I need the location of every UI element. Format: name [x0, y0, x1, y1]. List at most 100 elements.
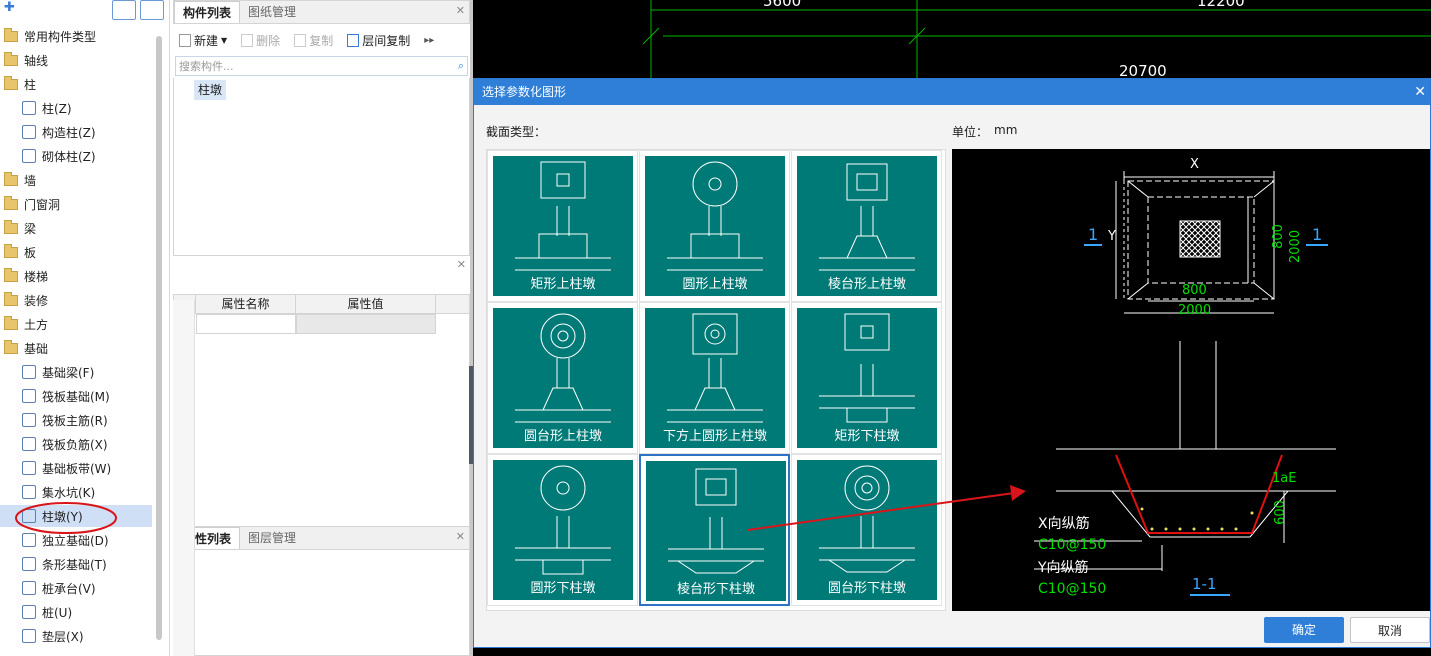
tree-item[interactable]: 柱 — [0, 73, 152, 95]
tree-item[interactable]: 砌体柱(Z) — [0, 145, 152, 167]
add-icon[interactable]: ✚ — [4, 0, 15, 15]
tree-item[interactable]: 筏板主筋(R) — [0, 409, 152, 431]
shape-tile[interactable]: 棱台形上柱墩 — [791, 150, 942, 302]
tree-item-label: 集水坑(K) — [42, 485, 96, 500]
tree-item[interactable]: 基础 — [0, 337, 152, 359]
new-icon — [179, 33, 191, 47]
folder-icon — [4, 75, 18, 90]
folder-icon — [4, 339, 18, 354]
component-search-input[interactable]: 搜索构件... ⌕ — [175, 56, 468, 76]
tree-item[interactable]: 常用构件类型 — [0, 25, 152, 47]
shape-tile[interactable]: 圆形下柱墩 — [487, 454, 638, 606]
dialog-title: 选择参数化图形 — [482, 85, 567, 99]
folder-icon — [4, 315, 18, 330]
ok-button[interactable]: 确定 — [1264, 617, 1344, 643]
dim-height-label: 600 — [1272, 500, 1288, 525]
tree-item[interactable]: 装修 — [0, 289, 152, 311]
tree-item[interactable]: 墙 — [0, 169, 152, 191]
tree-item[interactable]: 基础梁(F) — [0, 361, 152, 383]
tree-item[interactable]: 桩(U) — [0, 601, 152, 623]
delete-icon — [241, 33, 254, 47]
property-value-cell[interactable] — [296, 314, 436, 334]
component-tree-panel: ✚ 常用构件类型 轴线柱柱(Z) 构造柱(Z) 砌体柱(Z) 墙门窗洞梁板楼梯 装修 土方基… — [0, 0, 170, 656]
tree-item[interactable]: 土方 — [0, 313, 152, 335]
cad-canvas[interactable]: 5600 12200 20700 — [473, 0, 1431, 80]
component-icon — [22, 557, 36, 571]
tree-item-label: 装修 — [24, 293, 49, 308]
shape-tile[interactable]: 圆台形上柱墩 — [487, 302, 638, 454]
dimension-label: 5600 — [763, 0, 802, 10]
cad-canvas-bottom — [473, 648, 1431, 656]
shape-tile[interactable]: 圆形上柱墩 — [639, 150, 790, 302]
list-view-icon[interactable] — [112, 0, 136, 20]
more-icon[interactable]: ▸▸ — [424, 35, 434, 46]
new-button[interactable]: 新建 ▼ — [179, 32, 227, 49]
tree-item[interactable]: 筏板基础(M) — [0, 385, 152, 407]
folder-icon — [4, 219, 18, 234]
floor-copy-button[interactable]: 层间复制 — [347, 32, 410, 49]
tree-item[interactable]: 柱(Z) — [0, 97, 152, 119]
annotation-arrow — [747, 485, 1026, 531]
tree-item[interactable]: 楼梯 — [0, 265, 152, 287]
column-header-value: 属性值 — [296, 295, 436, 313]
tree-item-label: 柱 — [24, 77, 37, 92]
tree-item-label: 条形基础(T) — [42, 557, 107, 572]
delete-label: 删除 — [256, 33, 281, 48]
new-label: 新建 — [194, 33, 219, 48]
shape-preview: X Y 1 1 800 2000 800 2000 1aE 600 X向纵筋 C… — [952, 149, 1430, 611]
delete-button[interactable]: 删除 — [241, 32, 280, 49]
y-rebar-value: C10@150 — [1038, 581, 1107, 597]
shape-tile-image: 棱台形上柱墩 — [797, 156, 937, 296]
shape-tile-label: 矩形上柱墩 — [530, 277, 596, 292]
close-icon[interactable]: ✕ — [1414, 79, 1426, 105]
tree-item[interactable]: 基础板带(W) — [0, 457, 152, 479]
chevron-down-icon: ▼ — [221, 35, 228, 45]
tree-item-label: 墙 — [24, 173, 37, 188]
shape-tile[interactable]: 矩形下柱墩 — [791, 302, 942, 454]
tree-item-label: 基础板带(W) — [42, 461, 112, 476]
tree-item[interactable]: 门窗洞 — [0, 193, 152, 215]
tree-item-label: 筏板主筋(R) — [42, 413, 108, 428]
component-icon — [22, 125, 36, 139]
column-header-name: 属性名称 — [196, 295, 296, 313]
floor-copy-icon — [347, 33, 360, 47]
shape-tile-label: 棱台形下柱墩 — [676, 582, 755, 597]
tab-drawing-manager[interactable]: 图纸管理 — [240, 1, 304, 23]
copy-button[interactable]: 复制 — [294, 32, 333, 49]
tree-item[interactable]: 梁 — [0, 217, 152, 239]
folder-icon — [4, 171, 18, 186]
x-rebar-label: X向纵筋 — [1038, 516, 1090, 532]
folder-icon — [4, 27, 18, 42]
component-icon — [22, 533, 36, 547]
shape-tile-label: 矩形下柱墩 — [834, 429, 900, 444]
close-icon[interactable]: ✕ — [457, 258, 466, 271]
shape-tile[interactable]: 下方上圆形上柱墩 — [639, 302, 790, 454]
property-name-cell[interactable] — [196, 314, 296, 334]
tab-component-list[interactable]: 构件列表 — [174, 1, 241, 23]
tree-item[interactable]: 板 — [0, 241, 152, 263]
tree-item[interactable]: 垫层(X) — [0, 625, 152, 647]
tree-item[interactable]: 轴线 — [0, 49, 152, 71]
tree-item-label: 垫层(X) — [42, 629, 84, 644]
tree-item[interactable]: 条形基础(T) — [0, 553, 152, 575]
section-mark-right: 1 — [1312, 225, 1323, 244]
tree-item-label: 桩承台(V) — [42, 581, 96, 596]
tree-item[interactable]: 筏板负筋(X) — [0, 433, 152, 455]
cancel-button[interactable]: 取消 — [1350, 617, 1430, 643]
component-item[interactable]: 柱墩 — [194, 80, 227, 100]
tree-item-label: 基础梁(F) — [42, 365, 95, 380]
search-icon[interactable]: ⌕ — [458, 59, 464, 73]
tree-scrollbar[interactable] — [156, 36, 162, 640]
tree-item[interactable]: 集水坑(K) — [0, 481, 152, 503]
tree-item[interactable]: 构造柱(Z) — [0, 121, 152, 143]
close-icon[interactable]: ✕ — [456, 4, 465, 17]
tree-topbar: ✚ — [0, 0, 169, 24]
detail-view-icon[interactable] — [140, 0, 164, 20]
tree-item[interactable]: 桩承台(V) — [0, 577, 152, 599]
shape-tile-image: 圆形上柱墩 — [645, 156, 785, 296]
shape-tile[interactable]: 矩形上柱墩 — [487, 150, 638, 302]
shape-grid: 矩形上柱墩 圆形上柱墩 棱台形上柱墩圆台形上柱墩 下方上圆形上柱墩 矩形下柱墩圆形下柱墩… — [486, 149, 946, 611]
table-row[interactable]: 1 — [174, 314, 469, 334]
row-gutter — [173, 300, 195, 656]
shape-tile-label: 圆台形上柱墩 — [523, 429, 602, 444]
